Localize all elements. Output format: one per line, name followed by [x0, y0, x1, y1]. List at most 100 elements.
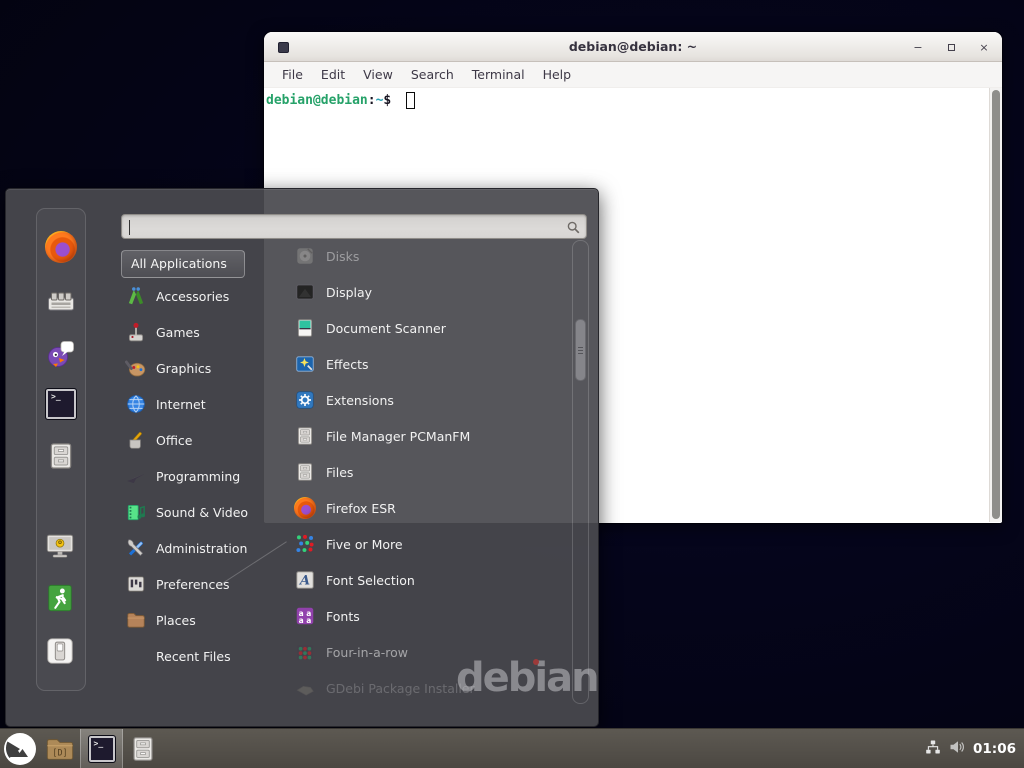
- category-item-internet[interactable]: Internet: [121, 386, 271, 422]
- firefox-icon: [45, 231, 77, 263]
- menu-scrollbar[interactable]: [572, 240, 589, 704]
- terminal-menu-terminal[interactable]: Terminal: [464, 64, 533, 85]
- taskbar-clock[interactable]: 01:06: [973, 741, 1016, 757]
- app-label: Font Selection: [326, 573, 415, 588]
- file-cabinet-icon: [294, 461, 316, 483]
- terminal-icon: [45, 388, 77, 420]
- menu-logo-icon: [3, 732, 37, 766]
- app-item-file-manager-pcmanfm[interactable]: File Manager PCManFM: [290, 418, 568, 454]
- category-label: Office: [156, 433, 193, 448]
- app-item-five-or-more[interactable]: Five or More: [290, 526, 568, 562]
- app-item-four-in-a-row[interactable]: Four-in-a-row: [290, 634, 568, 670]
- search-box[interactable]: [121, 214, 587, 239]
- places-icon: [125, 609, 147, 631]
- category-label: Administration: [156, 541, 247, 556]
- maximize-icon[interactable]: [945, 41, 957, 53]
- internet-icon: [125, 393, 147, 415]
- app-item-font-selection[interactable]: AFont Selection: [290, 562, 568, 598]
- favorite-firefox[interactable]: [45, 231, 77, 263]
- category-item-preferences[interactable]: Preferences: [121, 566, 271, 602]
- all-applications-button[interactable]: All Applications: [121, 250, 245, 278]
- desktop: debian@debian: ~ − × FileEditViewSearchT…: [0, 0, 1024, 768]
- taskbar: [D] 01:06: [0, 728, 1024, 768]
- programming-icon: [125, 465, 147, 487]
- terminal-scrollbar[interactable]: [989, 88, 1002, 522]
- category-item-games[interactable]: Games: [121, 314, 271, 350]
- launcher-icon: [45, 285, 77, 317]
- taskbar-launchers: [D]: [0, 729, 163, 768]
- terminal-titlebar[interactable]: debian@debian: ~ − ×: [264, 32, 1002, 62]
- folder-d-icon: [D]: [45, 734, 75, 764]
- taskbar-terminal-active[interactable]: [80, 729, 123, 768]
- app-item-files[interactable]: Files: [290, 454, 568, 490]
- category-item-accessories[interactable]: Accessories: [121, 278, 271, 314]
- favorite-launcher[interactable]: [45, 285, 77, 317]
- terminal-window-icon: [278, 42, 289, 53]
- terminal-menu-file[interactable]: File: [274, 64, 311, 85]
- file-cabinet-icon: [128, 734, 158, 764]
- category-label: Preferences: [156, 577, 230, 592]
- category-label: Graphics: [156, 361, 211, 376]
- application-list: Disks DisplayDocument ScannerEffectsExten…: [290, 238, 568, 708]
- prompt-separator: :: [368, 93, 376, 108]
- category-item-recent-files[interactable]: Recent Files: [121, 638, 271, 674]
- app-item-fonts[interactable]: a aa a Fonts: [290, 598, 568, 634]
- search-icon: [566, 220, 581, 235]
- app-item-display[interactable]: Display: [290, 274, 568, 310]
- category-item-programming[interactable]: Programming: [121, 458, 271, 494]
- app-label: File Manager PCManFM: [326, 429, 470, 444]
- lock-screen-button[interactable]: [45, 531, 77, 563]
- app-label: Disks: [326, 249, 359, 264]
- app-item-document-scanner[interactable]: Document Scanner: [290, 310, 568, 346]
- terminal-menu-help[interactable]: Help: [535, 64, 580, 85]
- category-label: Programming: [156, 469, 240, 484]
- category-item-places[interactable]: Places: [121, 602, 271, 638]
- app-item-effects[interactable]: Effects: [290, 346, 568, 382]
- app-label: Fonts: [326, 609, 360, 624]
- terminal-scrollbar-thumb[interactable]: [992, 90, 1000, 519]
- document-scanner-icon: [294, 317, 316, 339]
- minimize-icon[interactable]: −: [912, 41, 924, 53]
- app-item-firefox-esr[interactable]: Firefox ESR: [290, 490, 568, 526]
- app-item-disks[interactable]: Disks: [290, 238, 568, 274]
- application-menu: All Applications Accessories Games Graphic…: [5, 188, 599, 727]
- volume-icon[interactable]: [949, 739, 965, 759]
- terminal-menu-view[interactable]: View: [355, 64, 401, 85]
- pidgin-icon: [45, 337, 77, 369]
- category-item-sound-video[interactable]: Sound & Video: [121, 494, 271, 530]
- logout-button[interactable]: [45, 583, 77, 615]
- svg-text:a a: a a: [299, 616, 312, 625]
- taskbar-menu-logo[interactable]: [0, 729, 40, 768]
- preferences-icon: [125, 573, 147, 595]
- favorite-terminal[interactable]: [45, 388, 77, 420]
- network-icon[interactable]: [925, 739, 941, 759]
- lock-screen-icon: [45, 531, 75, 561]
- app-item-extensions[interactable]: Extensions: [290, 382, 568, 418]
- favorite-file-cabinet[interactable]: [45, 440, 77, 472]
- svg-text:[D]: [D]: [52, 747, 67, 757]
- window-controls: − ×: [912, 32, 990, 62]
- category-item-office[interactable]: Office: [121, 422, 271, 458]
- shutdown-button[interactable]: [45, 636, 77, 668]
- prompt-path: ~: [376, 93, 384, 108]
- menu-scrollbar-thumb[interactable]: [575, 319, 586, 381]
- fonts-icon: a aa a: [294, 605, 316, 627]
- shutdown-icon: [45, 636, 75, 666]
- app-label: Firefox ESR: [326, 501, 396, 516]
- favorite-pidgin[interactable]: [45, 337, 77, 369]
- search-input[interactable]: [130, 217, 560, 236]
- terminal-cursor: [406, 92, 415, 109]
- close-icon[interactable]: ×: [978, 41, 990, 53]
- taskbar-folder-d[interactable]: [D]: [40, 729, 80, 768]
- terminal-menu-edit[interactable]: Edit: [313, 64, 353, 85]
- app-label: Files: [326, 465, 353, 480]
- taskbar-file-cabinet[interactable]: [123, 729, 163, 768]
- category-list: Accessories Games Graphics Internet Office Pr…: [121, 278, 271, 674]
- category-item-administration[interactable]: Administration: [121, 530, 271, 566]
- terminal-menu-search[interactable]: Search: [403, 64, 462, 85]
- sound-video-icon: [125, 501, 147, 523]
- category-item-graphics[interactable]: Graphics: [121, 350, 271, 386]
- category-label: Games: [156, 325, 200, 340]
- category-label: Sound & Video: [156, 505, 248, 520]
- app-item-gdebi-package-installer[interactable]: GDebi Package Installer: [290, 670, 568, 706]
